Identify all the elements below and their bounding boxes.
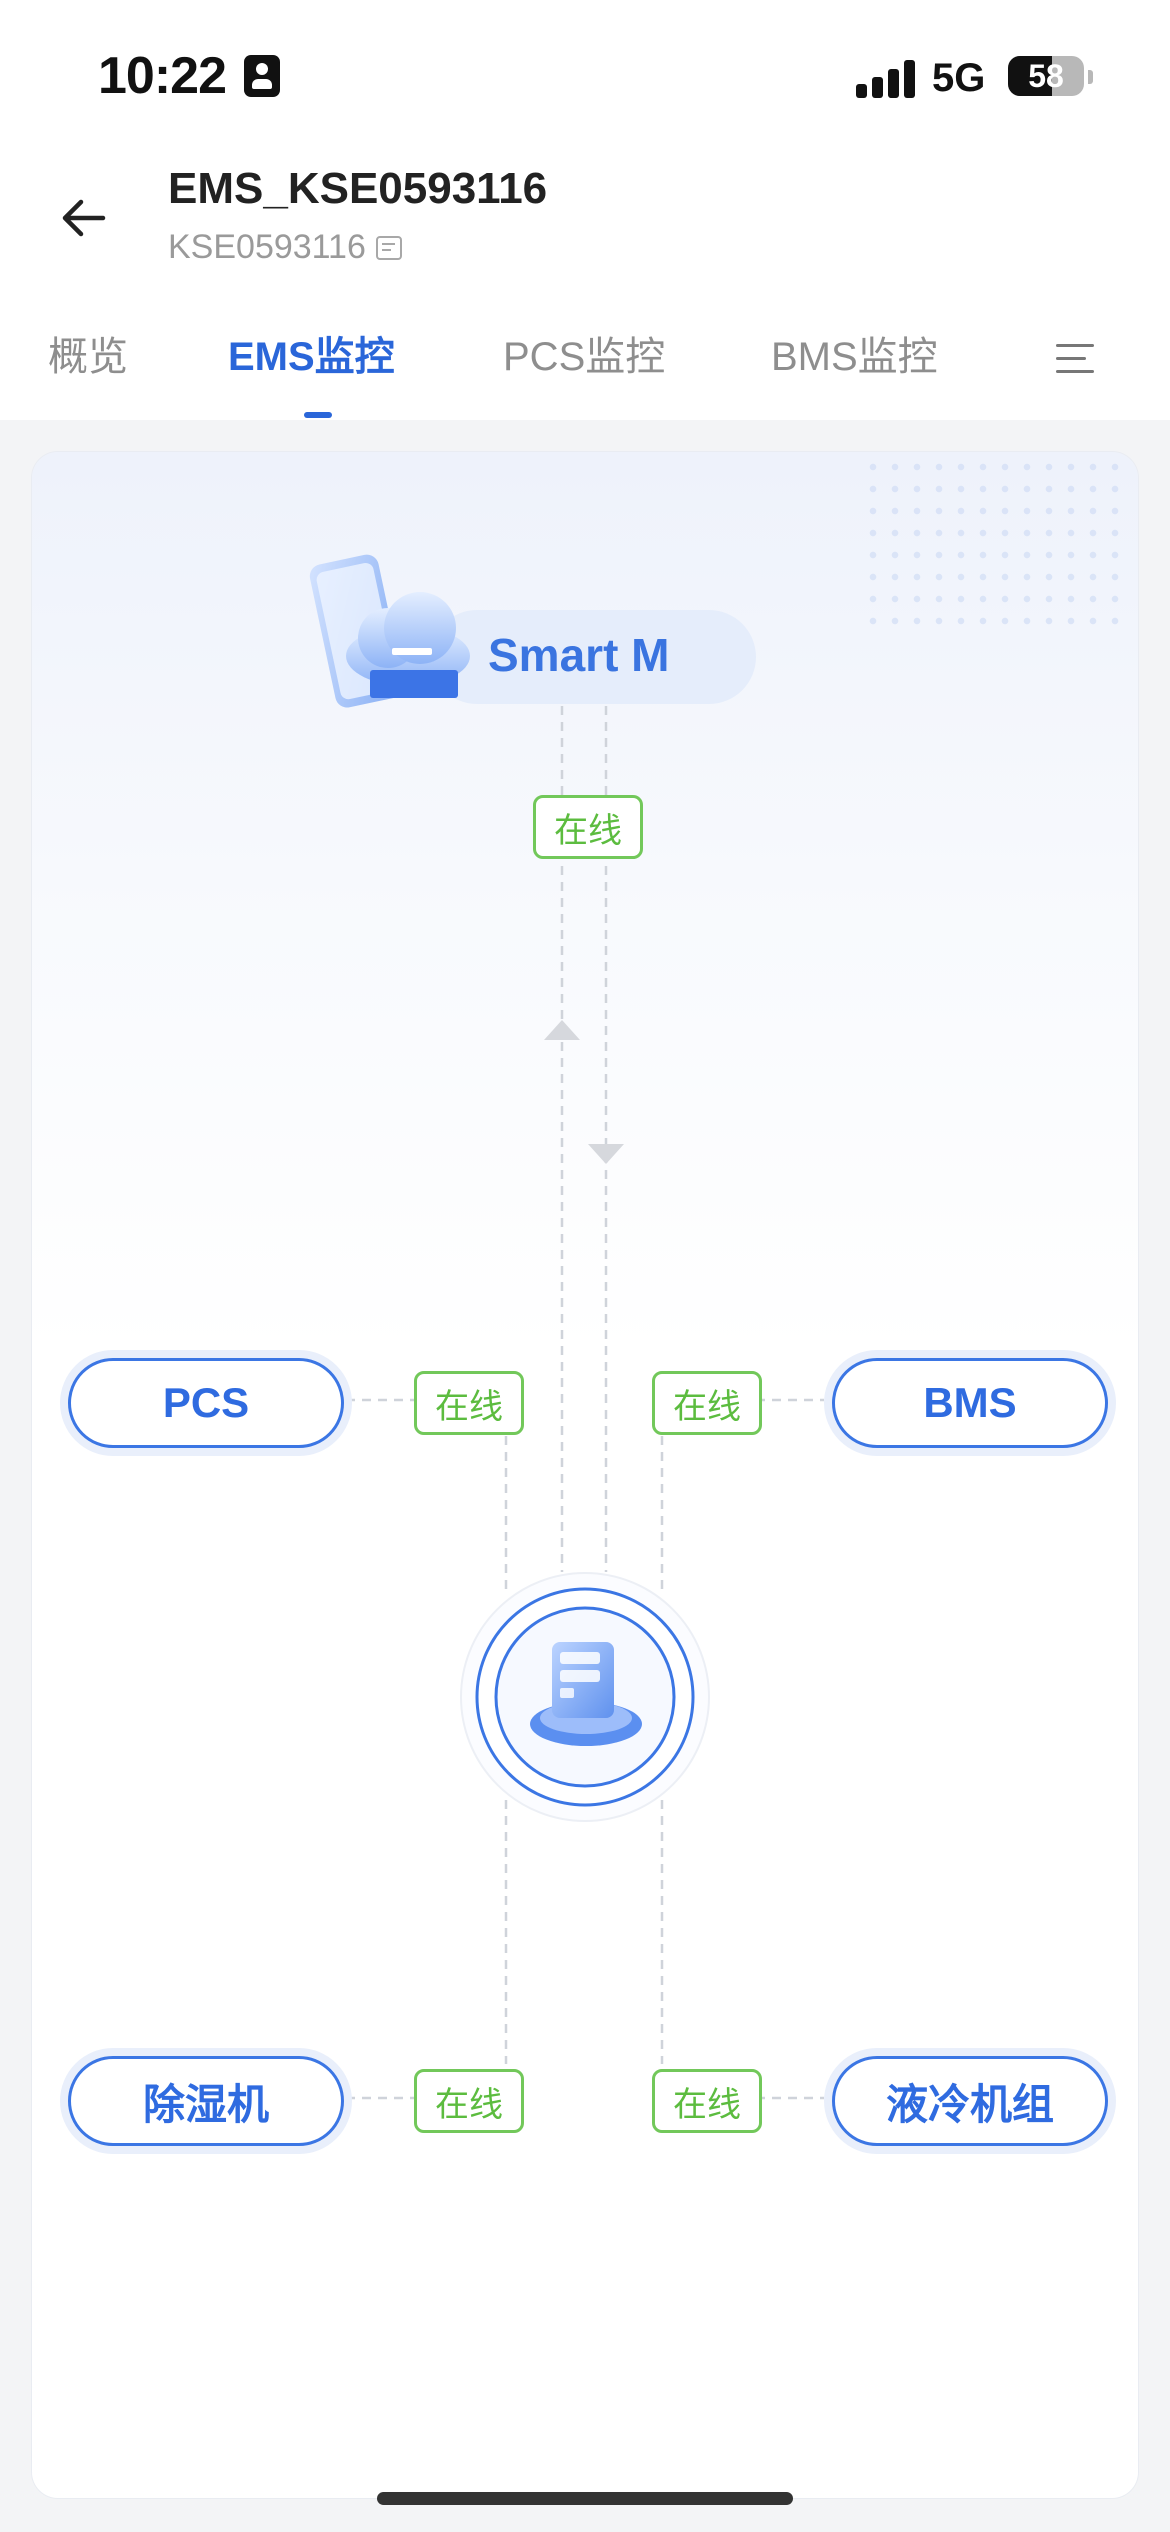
home-indicator[interactable] xyxy=(377,2492,793,2505)
bms-status-tag: 在线 xyxy=(652,1371,762,1435)
ems-hub[interactable] xyxy=(460,1572,710,1822)
liquid-cooling-status-tag: 在线 xyxy=(652,2069,762,2133)
cloud-phone-icon xyxy=(309,554,470,708)
arrow-down-icon xyxy=(588,1144,624,1164)
arrow-up-icon xyxy=(544,1020,580,1040)
bms-node-button[interactable]: BMS xyxy=(832,1358,1108,1448)
cloud-status-tag: 在线 xyxy=(533,795,643,859)
connection-lines xyxy=(346,706,824,2100)
pcs-node-button[interactable]: PCS xyxy=(68,1358,344,1448)
pcs-status-tag: 在线 xyxy=(414,1371,524,1435)
liquid-cooling-node-button[interactable]: 液冷机组 xyxy=(832,2056,1108,2146)
smart-m-label: Smart M xyxy=(488,629,670,681)
dehumidifier-node-button[interactable]: 除湿机 xyxy=(68,2056,344,2146)
dehumidifier-status-tag: 在线 xyxy=(414,2069,524,2133)
